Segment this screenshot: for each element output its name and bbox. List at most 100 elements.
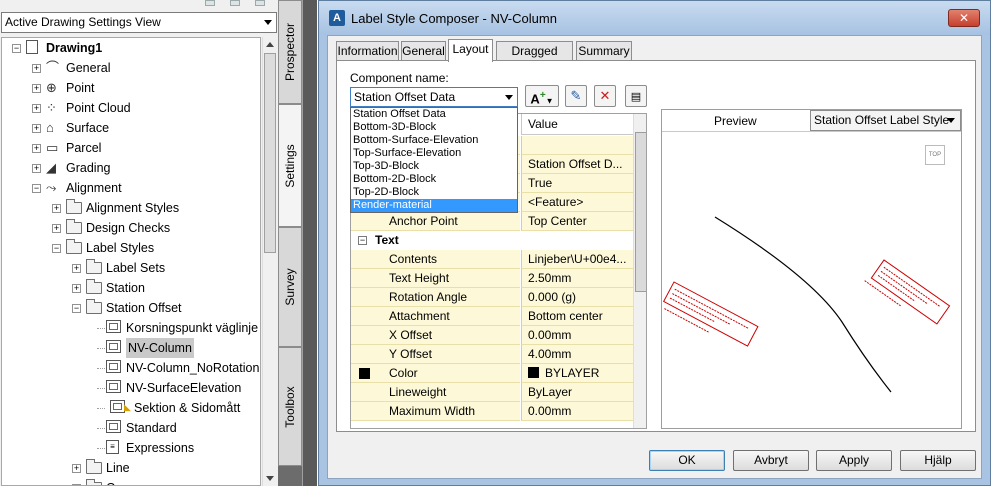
tree-item[interactable]: − Station Offset (2, 298, 260, 318)
dropdown-option[interactable]: Render-material (351, 199, 517, 212)
collapse-icon[interactable]: − (72, 304, 81, 313)
grid-property-value[interactable]: Top Center (521, 212, 633, 231)
collapse-icon[interactable]: − (52, 244, 61, 253)
tree-item[interactable]: − ⤳ Alignment (2, 178, 260, 198)
grid-property-value[interactable]: Linjeber\U+00e4... (521, 250, 633, 269)
tab-prospector[interactable]: Prospector (278, 0, 302, 104)
help-button[interactable]: Hjälp (900, 450, 976, 471)
apply-button[interactable]: Apply (816, 450, 892, 471)
tab-survey[interactable]: Survey (278, 227, 302, 347)
grid-row[interactable]: Color BYLAYER (351, 364, 633, 383)
scroll-down-arrow-icon[interactable] (266, 476, 274, 481)
grid-property-value[interactable]: BYLAYER (521, 364, 633, 383)
collapse-icon[interactable]: − (12, 44, 21, 53)
grid-row[interactable]: Text Height 2.50mm (351, 269, 633, 288)
dropdown-option[interactable]: Bottom-2D-Block (351, 173, 517, 186)
tab-dragged-state[interactable]: Dragged State (496, 41, 573, 77)
tree-item[interactable]: + Alignment Styles (2, 198, 260, 218)
grid-row[interactable]: X Offset 0.00mm (351, 326, 633, 345)
grid-property-value[interactable]: 2.50mm (521, 269, 633, 288)
expand-icon[interactable]: + (32, 144, 41, 153)
ok-button[interactable]: OK (649, 450, 725, 471)
chevron-down-icon[interactable] (505, 95, 513, 100)
grid-row[interactable]: Attachment Bottom center (351, 307, 633, 326)
grid-property-value[interactable]: Bottom center (521, 307, 633, 326)
collapse-icon[interactable]: − (358, 236, 367, 245)
tree-scrollbar[interactable] (262, 37, 276, 486)
tab-settings[interactable]: Settings (278, 104, 302, 227)
grid-property-value[interactable]: <Feature> (521, 193, 633, 212)
component-draw-order-button[interactable]: ▤ (625, 85, 647, 107)
tab-layout[interactable]: Layout (448, 39, 493, 62)
tree-item[interactable]: + ⁘ Point Cloud (2, 98, 260, 118)
dropdown-option[interactable]: Station Offset Data (351, 108, 517, 121)
grid-category-row[interactable]: − Text (351, 231, 633, 250)
chevron-down-icon[interactable] (947, 118, 955, 123)
grid-property-value[interactable]: 0.00mm (521, 326, 633, 345)
tree-item[interactable]: + ⊕ Point (2, 78, 260, 98)
collapse-icon[interactable]: − (32, 184, 41, 193)
tree-item[interactable]: + ⌂ Surface (2, 118, 260, 138)
tree-item[interactable]: NV-SurfaceElevation (2, 378, 260, 398)
tab-toolbox[interactable]: Toolbox (278, 347, 302, 466)
grid-row[interactable]: Contents Linjeber\U+00e4... (351, 250, 633, 269)
tree-item[interactable]: Standard (2, 418, 260, 438)
toolspace-toolbar-icon[interactable] (230, 0, 240, 6)
grid-row[interactable]: Y Offset 4.00mm (351, 345, 633, 364)
grid-property-value[interactable]: Station Offset D... (521, 155, 633, 174)
expand-icon[interactable]: + (72, 264, 81, 273)
dropdown-option[interactable]: Top-3D-Block (351, 160, 517, 173)
tree-item[interactable]: + Station (2, 278, 260, 298)
tree-item[interactable]: + Line (2, 458, 260, 478)
grid-property-value[interactable]: 0.00mm (521, 402, 633, 421)
tree-item[interactable]: ◣ Sektion & Sidomått (2, 398, 260, 418)
tree-item[interactable]: + Design Checks (2, 218, 260, 238)
close-button[interactable]: ✕ (948, 9, 980, 27)
scroll-thumb[interactable] (635, 132, 646, 292)
tree-item[interactable]: − Label Styles (2, 238, 260, 258)
chevron-down-icon[interactable] (264, 20, 272, 25)
scroll-up-arrow-icon[interactable] (266, 42, 274, 47)
dialog-title-bar[interactable]: A Label Style Composer - NV-Column ✕ (319, 1, 990, 35)
dropdown-option[interactable]: Top-2D-Block (351, 186, 517, 199)
view-selector[interactable]: Active Drawing Settings View (1, 12, 277, 33)
tree-item[interactable]: − Drawing1 (2, 38, 260, 58)
grid-property-value[interactable]: 4.00mm (521, 345, 633, 364)
expand-icon[interactable]: + (32, 124, 41, 133)
grid-property-value[interactable] (521, 136, 633, 155)
tree-item[interactable]: + ▭ Parcel (2, 138, 260, 158)
copy-component-button[interactable]: ✎ (565, 85, 587, 107)
dropdown-option[interactable]: Top-Surface-Elevation (351, 147, 517, 160)
expand-icon[interactable]: + (72, 284, 81, 293)
scroll-thumb[interactable] (264, 53, 276, 253)
toolspace-toolbar-icon[interactable] (205, 0, 215, 6)
tab-summary[interactable]: Summary (576, 41, 632, 61)
add-component-button[interactable]: A+▼ (525, 85, 559, 107)
tab-general[interactable]: General (401, 41, 446, 61)
grid-property-value[interactable]: ByLayer (521, 383, 633, 402)
grid-scrollbar[interactable] (633, 114, 646, 428)
grid-row[interactable]: Maximum Width 0.00mm (351, 402, 633, 421)
component-name-select[interactable]: Station Offset Data (350, 87, 518, 107)
expand-icon[interactable]: + (32, 84, 41, 93)
tree-item[interactable]: NV-Column (2, 338, 260, 358)
tree-item[interactable]: NV-Column_NoRotation (2, 358, 260, 378)
tree-item[interactable]: Korsningspunkt väglinje (2, 318, 260, 338)
expand-icon[interactable]: + (52, 204, 61, 213)
grid-row[interactable]: Rotation Angle 0.000 (g) (351, 288, 633, 307)
tree-item[interactable]: +Curve (2, 478, 260, 485)
cancel-button[interactable]: Avbryt (733, 450, 809, 471)
dropdown-option[interactable]: Bottom-Surface-Elevation (351, 134, 517, 147)
expand-icon[interactable]: + (32, 104, 41, 113)
tree-item[interactable]: + Label Sets (2, 258, 260, 278)
delete-component-button[interactable]: ✕ (594, 85, 616, 107)
dropdown-option[interactable]: Bottom-3D-Block (351, 121, 517, 134)
grid-row[interactable]: Anchor Point Top Center (351, 212, 633, 231)
grid-property-value[interactable]: 0.000 (g) (521, 288, 633, 307)
toolspace-toolbar-icon[interactable] (255, 0, 265, 6)
expand-icon[interactable]: + (32, 64, 41, 73)
expand-icon[interactable]: + (52, 224, 61, 233)
preview-style-select[interactable]: Station Offset Label Style (810, 110, 961, 131)
grid-property-value[interactable]: True (521, 174, 633, 193)
tree-item[interactable]: + ◢ Grading (2, 158, 260, 178)
